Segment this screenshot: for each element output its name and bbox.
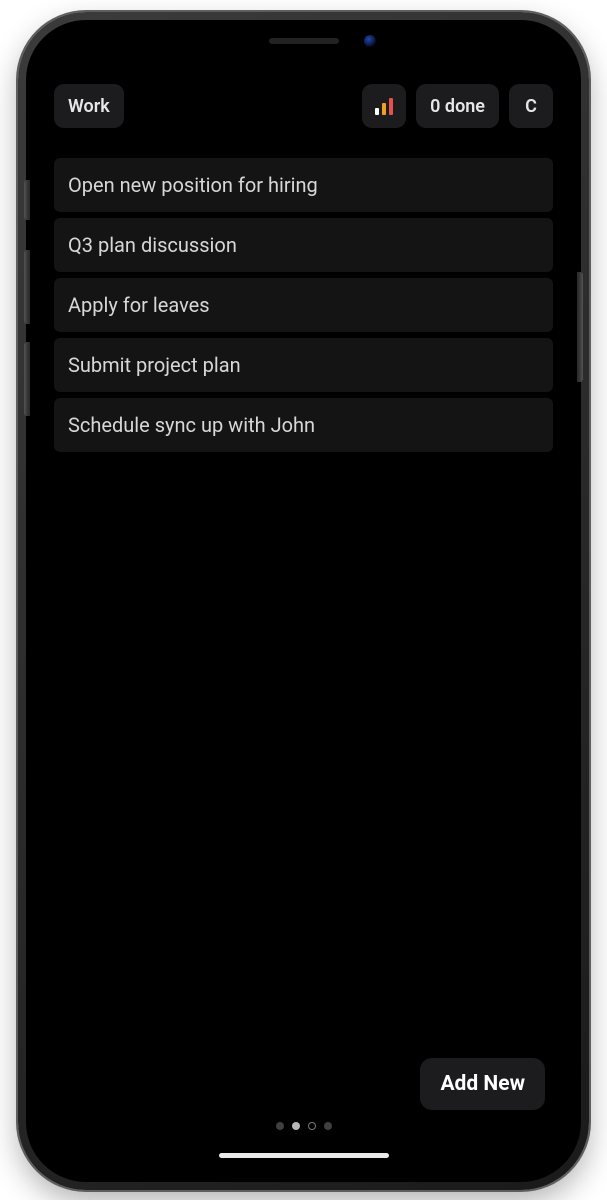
task-title: Open new position for hiring [68, 173, 318, 197]
phone-frame: Work 0 done C [18, 12, 589, 1190]
done-count-button[interactable]: 0 done [416, 84, 499, 128]
home-indicator[interactable] [219, 1153, 389, 1158]
phone-inner: Work 0 done C [26, 20, 581, 1182]
clear-label: C [525, 96, 537, 117]
task-item[interactable]: Apply for leaves [54, 278, 553, 332]
clear-button[interactable]: C [509, 84, 553, 128]
add-new-label: Add New [440, 1072, 525, 1096]
page-dot [292, 1122, 300, 1130]
task-title: Schedule sync up with John [68, 413, 315, 437]
page-dot [276, 1122, 284, 1130]
task-title: Submit project plan [68, 353, 241, 377]
page-indicator[interactable] [276, 1122, 332, 1130]
task-item[interactable]: Q3 plan discussion [54, 218, 553, 272]
speaker-grill [269, 38, 339, 44]
task-list: Open new position for hiring Q3 plan dis… [38, 128, 569, 452]
task-title: Q3 plan discussion [68, 233, 237, 257]
page-dot [324, 1122, 332, 1130]
task-item[interactable]: Open new position for hiring [54, 158, 553, 212]
front-camera [364, 35, 376, 47]
phone-notch [184, 24, 424, 58]
add-new-button[interactable]: Add New [420, 1058, 545, 1110]
stats-button[interactable] [362, 84, 406, 128]
bar-chart-icon [375, 97, 393, 115]
app-footer: Add New [38, 1152, 569, 1170]
app-screen: Work 0 done C [38, 32, 569, 1170]
page-dot-current [308, 1122, 316, 1130]
category-button[interactable]: Work [54, 84, 124, 128]
task-item[interactable]: Schedule sync up with John [54, 398, 553, 452]
screen-bezel: Work 0 done C [30, 24, 577, 1178]
category-label: Work [68, 96, 110, 117]
task-item[interactable]: Submit project plan [54, 338, 553, 392]
task-title: Apply for leaves [68, 293, 210, 317]
done-count-label: 0 done [430, 96, 485, 117]
